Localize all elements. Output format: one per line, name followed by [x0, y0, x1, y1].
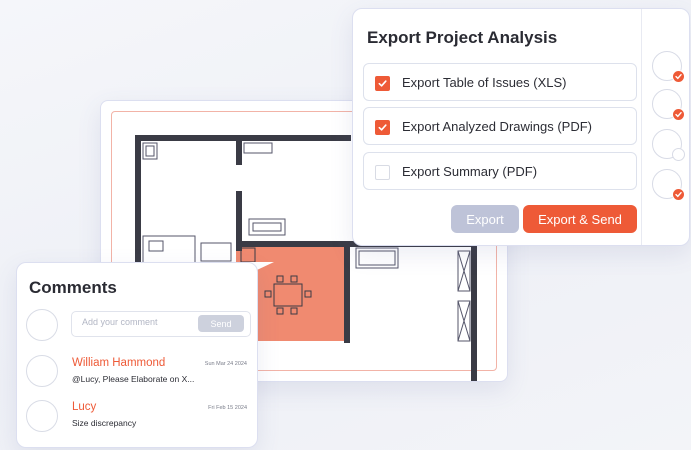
export-option-label: Export Summary (PDF): [402, 164, 538, 179]
comment-author[interactable]: William Hammond: [72, 357, 165, 369]
status-indicator: [652, 169, 685, 201]
comments-title: Comments: [29, 278, 117, 297]
current-user-avatar: [26, 309, 58, 341]
export-option-summary[interactable]: Export Summary (PDF): [363, 152, 637, 190]
comment-date: Fri Feb 15 2024: [208, 405, 247, 411]
export-send-button[interactable]: Export & Send: [523, 205, 637, 233]
check-badge-icon: [672, 108, 685, 121]
checkbox-unchecked-icon[interactable]: [375, 165, 390, 180]
export-option-analyzed-drawings[interactable]: Export Analyzed Drawings (PDF): [363, 107, 637, 145]
export-divider: [641, 9, 642, 245]
checkbox-checked-icon[interactable]: [375, 120, 390, 135]
export-button[interactable]: Export: [451, 205, 519, 233]
check-badge-icon: [672, 188, 685, 201]
export-panel-title: Export Project Analysis: [367, 28, 558, 47]
status-indicator: [652, 51, 685, 83]
checkbox-checked-icon[interactable]: [375, 76, 390, 91]
comment-author[interactable]: Lucy: [72, 401, 96, 413]
export-option-issues-table[interactable]: Export Table of Issues (XLS): [363, 63, 637, 101]
comment-text: Size discrepancy: [72, 418, 137, 428]
status-indicator: [652, 89, 685, 121]
comment-input[interactable]: [80, 316, 194, 328]
export-option-label: Export Analyzed Drawings (PDF): [402, 119, 593, 134]
status-indicator: [652, 129, 685, 161]
avatar: [26, 355, 58, 387]
comment-text: @Lucy, Please Elaborate on X...: [72, 374, 195, 384]
export-option-label: Export Table of Issues (XLS): [402, 75, 567, 90]
send-button[interactable]: Send: [198, 315, 244, 332]
avatar: [26, 400, 58, 432]
check-badge-icon: [672, 70, 685, 83]
pending-badge-icon: [672, 148, 685, 161]
comments-panel: Comments Send William Hammond Sun Mar 24…: [16, 262, 258, 448]
comment-date: Sun Mar 24 2024: [204, 361, 247, 367]
comment-input-box: Send: [71, 311, 251, 337]
export-panel: Export Project Analysis Export Table of …: [352, 8, 690, 246]
